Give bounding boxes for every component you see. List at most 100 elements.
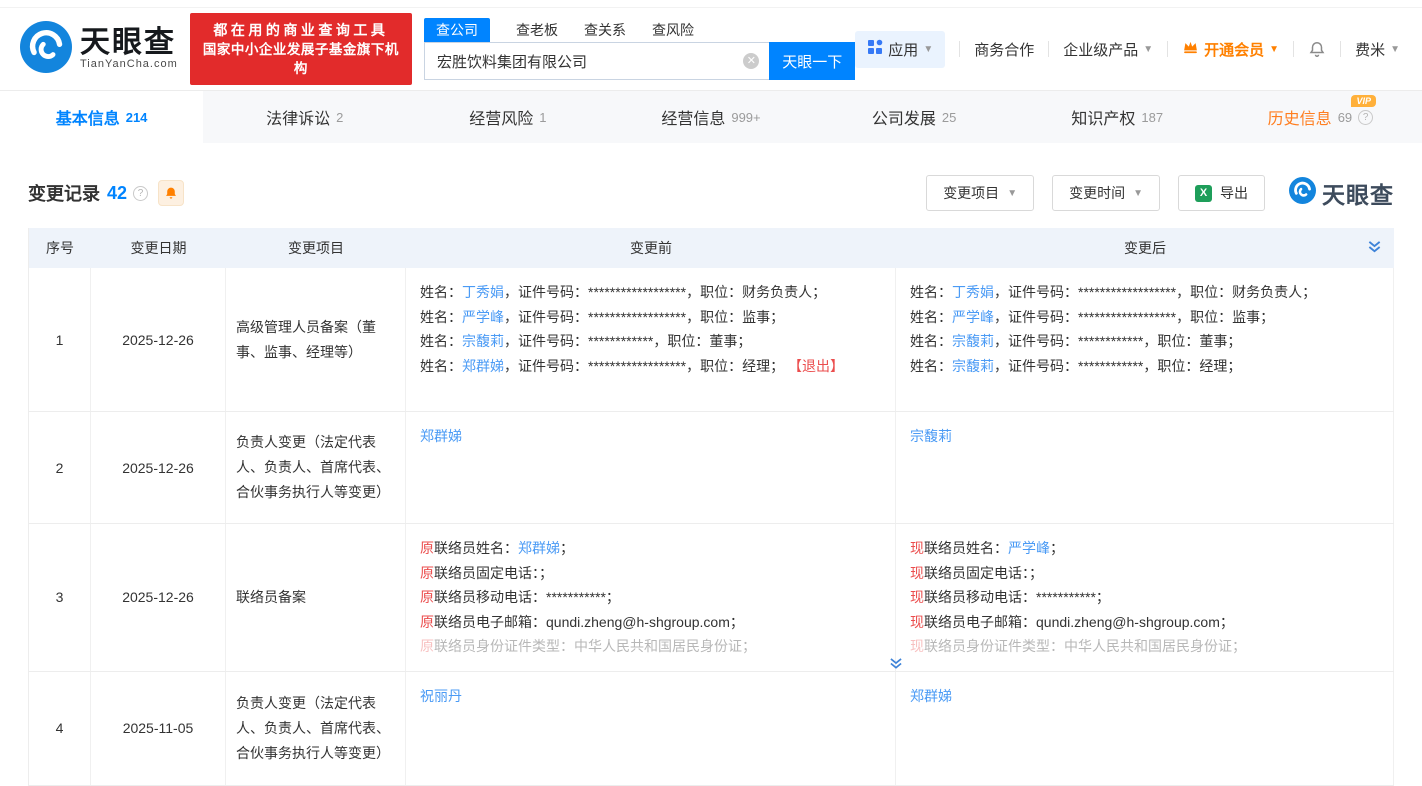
- person-link[interactable]: 宗馥莉: [952, 358, 994, 374]
- person-link[interactable]: 严学峰: [1008, 540, 1050, 556]
- monitor-bell-button[interactable]: [158, 180, 184, 206]
- notification-bell-icon[interactable]: [1308, 40, 1326, 59]
- plain-text: 姓名：: [420, 284, 462, 300]
- watermark-text: 天眼查: [1322, 176, 1394, 210]
- caret-down-icon: ▼: [1133, 188, 1143, 199]
- section-header: 变更记录 42 ? 变更项目 ▼ 变更时间 ▼ X 导出: [28, 175, 1394, 211]
- plain-text: 联络员姓名：: [434, 540, 518, 556]
- tab-history-info[interactable]: VIP 历史信息69 ?: [1219, 91, 1422, 143]
- plain-text: ，证件号码：******************，职位：财务负责人；: [504, 284, 826, 300]
- tab-intellectual-property[interactable]: 知识产权 187: [1016, 91, 1219, 143]
- plain-text: ，证件号码：******************，职位：经理；: [504, 358, 788, 374]
- filter-change-item-button[interactable]: 变更项目 ▼: [926, 175, 1034, 211]
- detail-line: 现联络员固定电话：；: [910, 561, 1379, 586]
- filter-change-time-button[interactable]: 变更时间 ▼: [1052, 175, 1160, 211]
- filter-label: 变更项目: [943, 183, 999, 203]
- detail-line: 现联络员电子邮箱：qundi.zheng@h-shgroup.com；: [910, 610, 1379, 635]
- detail-line: 姓名：丁秀娟，证件号码：******************，职位：财务负责人；: [910, 280, 1379, 305]
- tab-operation-risk[interactable]: 经营风险1: [406, 91, 609, 143]
- collapse-all-chevron-icon[interactable]: [1367, 240, 1382, 259]
- detail-line: 姓名：严学峰，证件号码：******************，职位：监事；: [420, 305, 881, 330]
- search-input[interactable]: [424, 42, 769, 80]
- person-link[interactable]: 严学峰: [952, 309, 994, 325]
- plain-text: 姓名：: [910, 309, 952, 325]
- person-link[interactable]: 祝丽丹: [420, 688, 462, 704]
- detail-line: 姓名：丁秀娟，证件号码：******************，职位：财务负责人；: [420, 280, 881, 305]
- nav-cooperation[interactable]: 商务合作: [974, 39, 1034, 60]
- table-row: 12025-12-26高级管理人员备案（董事、监事、经理等）姓名：丁秀娟，证件号…: [29, 268, 1394, 412]
- search-tab-company[interactable]: 查公司: [424, 18, 490, 42]
- tab-label: 知识产权: [1071, 105, 1135, 129]
- table-row: 42025-11-05负责人变更（法定代表人、负责人、首席代表、合伙事务执行人等…: [29, 672, 1394, 786]
- tab-basic-info[interactable]: 基本信息214: [0, 91, 203, 143]
- nav-user[interactable]: 费米 ▼: [1355, 39, 1400, 60]
- person-link[interactable]: 郑群娣: [462, 358, 504, 374]
- search-tab-relation[interactable]: 查关系: [584, 18, 626, 42]
- search-tab-risk[interactable]: 查风险: [652, 18, 694, 42]
- expand-row-chevron-icon[interactable]: [889, 658, 904, 670]
- tab-count: 187: [1141, 110, 1163, 125]
- tab-count: 1: [539, 110, 546, 125]
- tab-label: 经营信息: [661, 105, 725, 129]
- nav-apps[interactable]: 应用 ▼: [855, 31, 945, 68]
- tianyancha-watermark-icon: [1289, 177, 1316, 209]
- nav-vip-label: 开通会员: [1204, 39, 1264, 60]
- tab-label: 历史信息: [1268, 105, 1332, 129]
- search-tab-boss[interactable]: 查老板: [516, 18, 558, 42]
- plain-text: 姓名：: [420, 358, 462, 374]
- person-link[interactable]: 郑群娣: [420, 428, 462, 444]
- detail-line: 姓名：严学峰，证件号码：******************，职位：监事；: [910, 305, 1379, 330]
- detail-line: 现联络员身份证件类型：中华人民共和国居民身份证；: [910, 634, 1379, 659]
- after-cell: 郑群娣: [896, 672, 1394, 785]
- person-link[interactable]: 严学峰: [462, 309, 504, 325]
- nav-vip-join[interactable]: 开通会员 ▼: [1182, 39, 1279, 60]
- red-text: 原: [420, 614, 434, 630]
- detail-line: 原联络员身份证件类型：中华人民共和国居民身份证；: [420, 634, 881, 659]
- nav-enterprise[interactable]: 企业级产品 ▼: [1063, 39, 1153, 60]
- tab-company-development[interactable]: 公司发展 25: [813, 91, 1016, 143]
- help-icon[interactable]: ?: [133, 186, 148, 201]
- nav-separator: [1340, 41, 1341, 57]
- tab-business-info[interactable]: 经营信息999+: [609, 91, 812, 143]
- detail-line: 祝丽丹: [420, 684, 881, 709]
- tab-count: 25: [942, 110, 956, 125]
- person-link[interactable]: 宗馥莉: [952, 333, 994, 349]
- detail-line: 现联络员姓名：严学峰；: [910, 536, 1379, 561]
- nav-enterprise-label: 企业级产品: [1063, 39, 1138, 60]
- person-link[interactable]: 郑群娣: [518, 540, 560, 556]
- tab-label: 公司发展: [872, 105, 936, 129]
- plain-text: 姓名：: [420, 333, 462, 349]
- change-record-table: 序号 变更日期 变更项目 变更前 变更后 12025-12-26高级管理人员备案…: [28, 228, 1394, 786]
- change-date: 2025-12-26: [91, 524, 226, 671]
- excel-icon: X: [1195, 185, 1212, 202]
- promo-banner: 都在用的商业查询工具 国家中小企业发展子基金旗下机构: [190, 13, 412, 85]
- person-link[interactable]: 宗馥莉: [910, 428, 952, 444]
- search-area: 查公司 查老板 查关系 查风险 ✕ 天眼一下: [424, 18, 855, 80]
- plain-text: 联络员身份证件类型：中华人民共和国居民身份证；: [924, 638, 1246, 654]
- header-seq: 序号: [29, 228, 91, 268]
- row-index: 2: [29, 412, 91, 523]
- person-link[interactable]: 宗馥莉: [462, 333, 504, 349]
- export-label: 导出: [1220, 183, 1248, 203]
- detail-line: 姓名：郑群娣，证件号码：******************，职位：经理； 【退…: [420, 354, 881, 379]
- person-link[interactable]: 丁秀娟: [462, 284, 504, 300]
- tab-legal-litigation[interactable]: 法律诉讼2: [203, 91, 406, 143]
- person-link[interactable]: 郑群娣: [910, 688, 952, 704]
- logo-brand: 天眼查: [80, 28, 178, 58]
- tianyancha-logo[interactable]: 天眼查 TianYanCha.com: [20, 21, 178, 78]
- tianyancha-logo-icon: [20, 21, 72, 78]
- table-row: 22025-12-26负责人变更（法定代表人、负责人、首席代表、合伙事务执行人等…: [29, 412, 1394, 524]
- detail-line: 姓名：宗馥莉，证件号码：************，职位：董事；: [910, 329, 1379, 354]
- search-button[interactable]: 天眼一下: [769, 42, 855, 80]
- person-link[interactable]: 丁秀娟: [952, 284, 994, 300]
- plain-text: ，证件号码：************，职位：董事；: [994, 333, 1241, 349]
- logo-domain: TianYanCha.com: [80, 58, 178, 70]
- plain-text: ，证件号码：******************，职位：财务负责人；: [994, 284, 1316, 300]
- search-tabs: 查公司 查老板 查关系 查风险: [424, 18, 855, 42]
- export-button[interactable]: X 导出: [1178, 175, 1265, 211]
- change-date: 2025-12-26: [91, 412, 226, 523]
- after-cell: 现联络员姓名：严学峰；现联络员固定电话：；现联络员移动电话：**********…: [896, 524, 1394, 671]
- detail-line: 原联络员移动电话：***********；: [420, 585, 881, 610]
- nav-user-label: 费米: [1355, 39, 1385, 60]
- help-icon[interactable]: ?: [1358, 110, 1373, 125]
